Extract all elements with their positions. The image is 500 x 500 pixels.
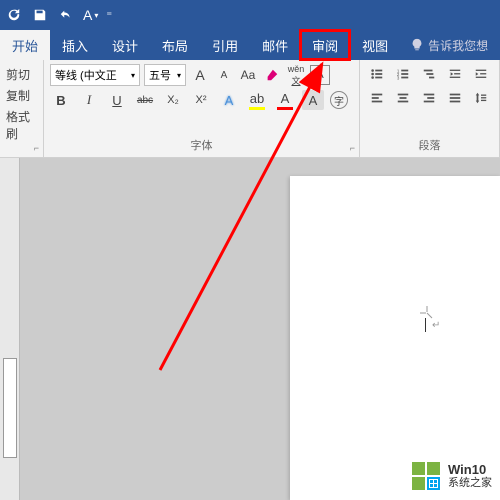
document-workspace: ↵ xyxy=(0,158,500,500)
char-shading-button[interactable]: A xyxy=(302,90,324,110)
shrink-font-button[interactable]: A xyxy=(214,65,234,85)
enclose-char-button[interactable]: 字 xyxy=(330,91,348,109)
save-icon[interactable] xyxy=(31,6,49,24)
tab-review[interactable]: 审阅 xyxy=(300,30,350,60)
tab-mailings[interactable]: 邮件 xyxy=(250,30,300,60)
titlebar: A ▾ ⁼ xyxy=(0,0,500,30)
font-name-select[interactable]: 等线 (中文正▾ xyxy=(50,64,140,86)
font-color-button[interactable]: A xyxy=(274,90,296,110)
phonetic-guide-button[interactable]: wěn文 xyxy=(286,65,306,85)
change-case-button[interactable]: Aa xyxy=(238,65,258,85)
text-effects-button[interactable]: A xyxy=(218,90,240,110)
tab-layout[interactable]: 布局 xyxy=(150,30,200,60)
svg-text:3: 3 xyxy=(397,75,400,80)
cut-button[interactable]: 剪切 xyxy=(6,64,37,85)
eraser-icon xyxy=(265,68,279,82)
char-border-button[interactable]: A xyxy=(310,65,330,85)
autosave-icon[interactable] xyxy=(5,6,23,24)
lightbulb-icon xyxy=(410,38,424,52)
launcher-icon[interactable]: ⌐ xyxy=(34,143,39,153)
watermark-title: Win10 xyxy=(448,462,492,478)
tell-me-label: 告诉我您想 xyxy=(428,37,488,54)
undo-icon[interactable] xyxy=(57,6,75,24)
subscript-button[interactable]: X₂ xyxy=(162,90,184,110)
qat-separator: ⁼ xyxy=(106,9,112,22)
tab-design[interactable]: 设计 xyxy=(100,30,150,60)
line-spacing-button[interactable] xyxy=(470,88,492,108)
bold-button[interactable]: B xyxy=(50,90,72,110)
clipboard-label: ⌐ xyxy=(6,151,37,153)
superscript-button[interactable]: X² xyxy=(190,90,212,110)
format-painter-button[interactable]: 格式刷 xyxy=(6,106,37,144)
ribbon: 剪切 复制 格式刷 ⌐ 等线 (中文正▾ 五号▾ A A Aa wěn文 A B… xyxy=(0,60,500,158)
copy-button[interactable]: 复制 xyxy=(6,85,37,106)
font-size-select[interactable]: 五号▾ xyxy=(144,64,186,86)
decrease-indent-button[interactable] xyxy=(444,64,466,84)
watermark-subtitle: 系统之家 xyxy=(448,477,492,490)
align-left-button[interactable] xyxy=(366,88,388,108)
justify-button[interactable] xyxy=(444,88,466,108)
ribbon-tabs: 开始 插入 设计 布局 引用 邮件 审阅 视图 告诉我您想 xyxy=(0,30,500,60)
highlight-button[interactable]: ab xyxy=(246,90,268,110)
bullets-button[interactable] xyxy=(366,64,388,84)
multilevel-list-button[interactable] xyxy=(418,64,440,84)
tab-view[interactable]: 视图 xyxy=(350,30,400,60)
grow-font-button[interactable]: A xyxy=(190,65,210,85)
vertical-ruler[interactable] xyxy=(0,158,20,500)
underline-button[interactable]: U xyxy=(106,90,128,110)
tab-home[interactable]: 开始 xyxy=(0,30,50,60)
chevron-down-icon: ▾ xyxy=(94,11,98,20)
paragraph-mark-icon: ↵ xyxy=(432,320,440,331)
watermark: Win10 系统之家 xyxy=(410,460,492,492)
paragraph-group: 123 段落 xyxy=(360,60,500,157)
clipboard-group: 剪切 复制 格式刷 ⌐ xyxy=(0,60,44,157)
numbering-button[interactable]: 123 xyxy=(392,64,414,84)
tab-insert[interactable]: 插入 xyxy=(50,30,100,60)
windows-logo-icon xyxy=(410,460,442,492)
italic-button[interactable]: I xyxy=(78,90,100,110)
font-letter: A xyxy=(83,7,92,23)
align-center-button[interactable] xyxy=(392,88,414,108)
quick-font-color[interactable]: A ▾ xyxy=(83,7,98,23)
para-group-label: 段落 xyxy=(366,135,493,153)
strikethrough-button[interactable]: abc xyxy=(134,90,156,110)
launcher-icon[interactable]: ⌐ xyxy=(350,143,355,153)
tab-references[interactable]: 引用 xyxy=(200,30,250,60)
align-right-button[interactable] xyxy=(418,88,440,108)
font-group-label: 字体⌐ xyxy=(50,135,353,153)
tell-me-search[interactable]: 告诉我您想 xyxy=(410,30,488,60)
clear-format-button[interactable] xyxy=(262,65,282,85)
font-group: 等线 (中文正▾ 五号▾ A A Aa wěn文 A B I U abc X₂ … xyxy=(44,60,360,157)
increase-indent-button[interactable] xyxy=(470,64,492,84)
document-page[interactable]: ↵ xyxy=(290,176,500,500)
